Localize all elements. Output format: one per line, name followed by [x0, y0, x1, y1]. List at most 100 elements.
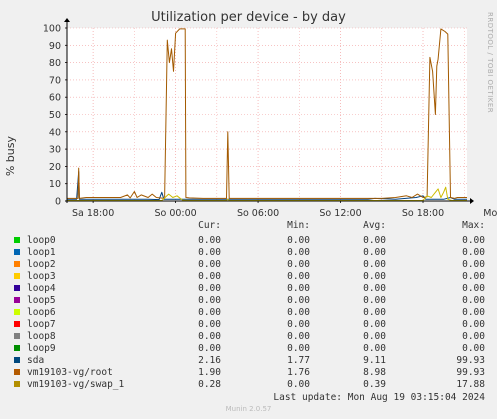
y-tick-label: 0: [55, 197, 61, 208]
legend-swatch: [14, 309, 20, 315]
legend-row-loop7: loop7 0.00 0.00 0.00 0.00: [0, 319, 497, 331]
legend-cur-value: 1.90: [198, 367, 221, 378]
legend-max-value: 0.00: [462, 307, 485, 318]
legend-avg-value: 0.00: [363, 259, 386, 270]
legend-device-name: sda: [27, 355, 45, 366]
y-tick-label: 30: [49, 145, 61, 156]
legend-swatch: [14, 333, 20, 339]
x-tick-label: So 06:00: [237, 208, 279, 219]
legend-min-value: 0.00: [287, 343, 310, 354]
legend-min-value: 1.77: [287, 355, 310, 366]
munin-version: Munin 2.0.57: [225, 405, 272, 413]
legend-avg-value: 0.00: [363, 343, 386, 354]
legend-avg-value: 0.00: [363, 319, 386, 330]
x-tick-label: So 00:00: [154, 208, 196, 219]
legend-cur-value: 0.00: [198, 247, 221, 258]
header-max: Max:: [462, 220, 485, 231]
legend-row-vm19103-vg-root: vm19103-vg/root 1.90 1.76 8.98 99.93: [0, 367, 497, 379]
x-axis-arrow: [470, 198, 474, 204]
legend-device-name: loop6: [27, 307, 56, 318]
y-tick-label: 20: [49, 162, 61, 173]
legend-device-name: loop3: [27, 271, 56, 282]
legend-min-value: 0.00: [287, 271, 310, 282]
legend-cur-value: 0.00: [198, 259, 221, 270]
legend-max-value: 0.00: [462, 271, 485, 282]
legend-cur-value: 0.00: [198, 271, 221, 282]
header-min: Min:: [287, 220, 310, 231]
legend-device-name: loop0: [27, 235, 56, 246]
last-update: Last update: Mon Aug 19 03:15:04 2024: [273, 392, 485, 403]
header-avg: Avg:: [363, 220, 386, 231]
legend-cur-value: 0.00: [198, 235, 221, 246]
legend-row-loop2: loop2 0.00 0.00 0.00 0.00: [0, 259, 497, 271]
legend-avg-value: 0.39: [363, 379, 386, 390]
legend-min-value: 1.76: [287, 367, 310, 378]
legend-avg-value: 0.00: [363, 247, 386, 258]
x-tick-label: Sa 18:00: [72, 208, 114, 219]
legend-swatch: [14, 345, 20, 351]
legend-max-value: 17.88: [456, 379, 485, 390]
legend-cur-value: 0.00: [198, 283, 221, 294]
legend-max-value: 0.00: [462, 343, 485, 354]
header-cur: Cur:: [198, 220, 221, 231]
legend-min-value: 0.00: [287, 295, 310, 306]
y-axis-arrow: [64, 18, 70, 22]
y-tick-label: 70: [49, 75, 61, 86]
legend-device-name: loop5: [27, 295, 56, 306]
y-tick-label: 80: [49, 58, 61, 69]
legend-avg-value: 0.00: [363, 295, 386, 306]
legend-min-value: 0.00: [287, 379, 310, 390]
legend-min-value: 0.00: [287, 283, 310, 294]
legend-row-loop9: loop9 0.00 0.00 0.00 0.00: [0, 343, 497, 355]
legend-row-loop0: loop0 0.00 0.00 0.00 0.00: [0, 235, 497, 247]
legend-min-value: 0.00: [287, 247, 310, 258]
legend-cur-value: 2.16: [198, 355, 221, 366]
x-tick-labels: Sa 18:00 So 00:00 So 06:00 So 12:00 So 18:00…: [72, 208, 497, 219]
legend-device-name: loop4: [27, 283, 56, 294]
legend-device-name: vm19103-vg/root: [27, 367, 113, 378]
legend-device-name: loop2: [27, 259, 56, 270]
legend-swatch: [14, 237, 20, 243]
legend-swatch: [14, 369, 20, 375]
legend-cur-value: 0.00: [198, 307, 221, 318]
legend-row-vm19103-vg-swap-1: vm19103-vg/swap_1 0.28 0.00 0.39 17.88: [0, 379, 497, 391]
legend-swatch: [14, 321, 20, 327]
y-tick-label: 40: [49, 127, 61, 138]
legend-min-value: 0.00: [287, 235, 310, 246]
legend-max-value: 99.93: [456, 355, 485, 366]
legend-max-value: 0.00: [462, 283, 485, 294]
legend-cur-value: 0.00: [198, 331, 221, 342]
legend-min-value: 0.00: [287, 331, 310, 342]
legend-row-loop1: loop1 0.00 0.00 0.00 0.00: [0, 247, 497, 259]
legend-max-value: 0.00: [462, 331, 485, 342]
y-tick-label: 90: [49, 41, 61, 52]
legend-row-loop8: loop8 0.00 0.00 0.00 0.00: [0, 331, 497, 343]
legend-swatch: [14, 297, 20, 303]
legend-max-value: 0.00: [462, 319, 485, 330]
utilization-chart: 0102030405060708090100 Sa 18:00 So 00:00 S…: [43, 18, 497, 219]
legend-swatch: [14, 261, 20, 267]
x-tick-label: So 18:00: [402, 208, 444, 219]
legend-swatch: [14, 273, 20, 279]
x-tick-label: So 12:00: [319, 208, 361, 219]
legend-swatch: [14, 357, 20, 363]
legend-device-name: loop8: [27, 331, 56, 342]
legend-cur-value: 0.00: [198, 295, 221, 306]
legend-avg-value: 9.11: [363, 355, 386, 366]
y-tick-label: 60: [49, 93, 61, 104]
legend-avg-value: 0.00: [363, 307, 386, 318]
legend-avg-value: 8.98: [363, 367, 386, 378]
legend-avg-value: 0.00: [363, 331, 386, 342]
y-tick-label: 50: [49, 110, 61, 121]
legend-device-name: loop9: [27, 343, 56, 354]
legend-row-loop5: loop5 0.00 0.00 0.00 0.00: [0, 295, 497, 307]
legend-row-loop6: loop6 0.00 0.00 0.00 0.00: [0, 307, 497, 319]
legend-avg-value: 0.00: [363, 235, 386, 246]
legend-avg-value: 0.00: [363, 271, 386, 282]
legend-cur-value: 0.00: [198, 343, 221, 354]
y-tick-label: 10: [49, 179, 61, 190]
legend-min-value: 0.00: [287, 319, 310, 330]
y-tick-label: 100: [43, 24, 61, 35]
legend-max-value: 0.00: [462, 295, 485, 306]
y-tick-labels: 0 10 20 30 40 50 60 70 80 90 100: [43, 24, 61, 208]
